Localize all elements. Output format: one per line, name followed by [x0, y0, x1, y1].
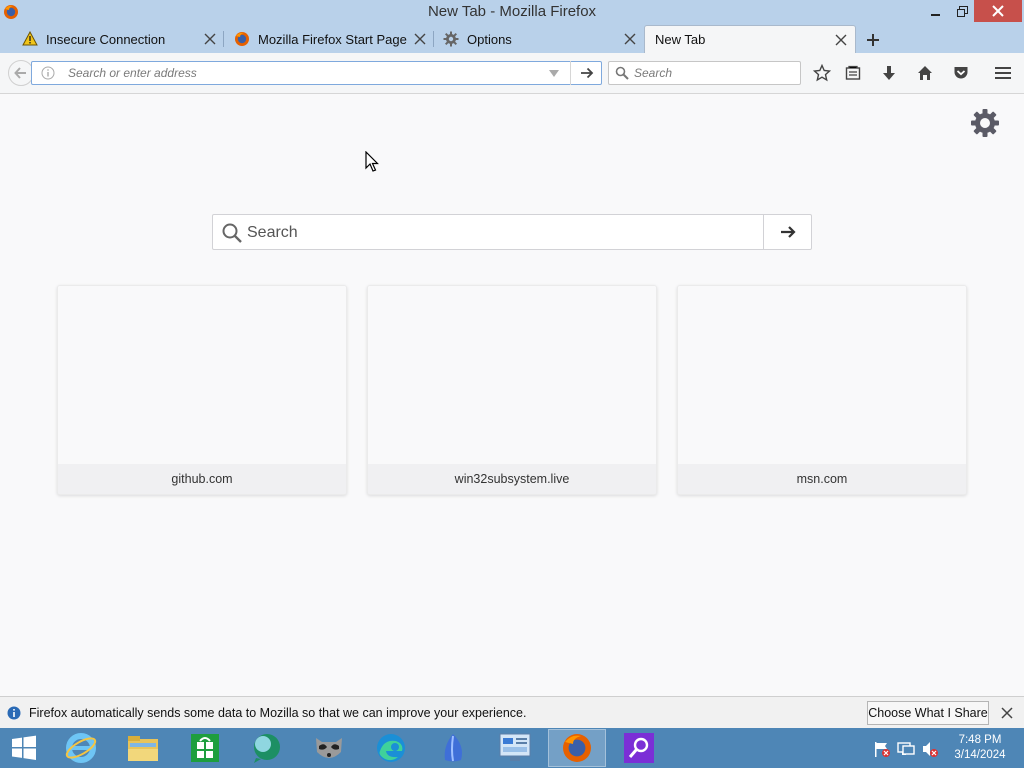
close-tab-icon[interactable] [833, 32, 849, 48]
tab-label: Insecure Connection [46, 31, 166, 47]
raccoon-app-icon [316, 738, 342, 758]
restore-button[interactable] [948, 0, 976, 22]
warning-icon [22, 31, 38, 47]
taskbar-firefox[interactable] [548, 729, 606, 767]
tab-new-tab[interactable]: New Tab [644, 25, 856, 53]
url-input[interactable] [68, 65, 538, 81]
tab-label: New Tab [655, 32, 706, 47]
taskbar-control-panel[interactable] [486, 729, 544, 767]
tab-options[interactable]: Options [434, 25, 644, 53]
internet-explorer-icon [65, 733, 97, 763]
search-app-icon [624, 733, 654, 763]
windows-logo-icon [12, 735, 36, 760]
control-panel-icon [499, 733, 531, 761]
taskbar-file-explorer[interactable] [114, 729, 172, 767]
minimize-icon [931, 14, 940, 16]
open-menu-button[interactable] [991, 62, 1015, 84]
download-arrow-icon [883, 66, 895, 80]
close-tab-icon[interactable] [202, 31, 218, 47]
content-search-input[interactable] [247, 223, 757, 243]
search-icon [222, 223, 242, 243]
content-search-go-button[interactable] [763, 214, 812, 250]
home-button[interactable] [913, 62, 937, 84]
pocket-button[interactable] [949, 62, 973, 84]
taskbar-search-app[interactable] [610, 729, 668, 767]
firefox-icon [563, 734, 591, 762]
close-icon [992, 5, 1004, 17]
close-tab-icon[interactable] [622, 31, 638, 47]
settings-gear-icon[interactable] [969, 107, 1001, 139]
tile-label: github.com [58, 464, 346, 494]
taskbar-app-leaf[interactable] [424, 729, 482, 767]
store-icon [191, 734, 219, 762]
top-site-tile[interactable]: win32subsystem.live [367, 285, 657, 495]
close-icon[interactable] [999, 705, 1015, 721]
url-bar[interactable] [31, 61, 602, 85]
new-tab-button[interactable] [862, 31, 884, 49]
app-leaf-icon [444, 734, 462, 762]
toolbar-search-bar[interactable] [608, 61, 801, 85]
taskbar-raccoon-app[interactable] [300, 729, 358, 767]
tile-label: msn.com [678, 464, 966, 494]
back-arrow-icon [14, 67, 26, 79]
data-notification-bar: Firefox automatically sends some data to… [0, 696, 1024, 728]
network-icon[interactable] [897, 740, 915, 758]
title-bar: New Tab - Mozilla Firefox [0, 0, 1024, 25]
clock-time: 7:48 PM [958, 734, 1002, 746]
file-explorer-icon [128, 736, 158, 761]
tab-label: Options [467, 31, 512, 47]
taskbar-app-bubble[interactable] [238, 729, 296, 767]
taskbar-store[interactable] [176, 729, 234, 767]
bookmarks-library-icon [845, 65, 861, 80]
pocket-icon [954, 67, 968, 79]
bookmarks-menu-button[interactable] [841, 62, 865, 84]
app-bubble-icon [254, 734, 280, 763]
taskbar-internet-explorer[interactable] [52, 729, 110, 767]
bookmark-star-button[interactable] [810, 62, 834, 84]
tile-thumbnail [678, 286, 966, 466]
search-icon [615, 66, 629, 80]
toolbar-search-input[interactable] [634, 65, 794, 81]
home-icon [918, 66, 932, 80]
tile-label: win32subsystem.live [368, 464, 656, 494]
choose-what-i-share-button[interactable]: Choose What I Share [867, 701, 989, 725]
edge-icon [377, 734, 405, 762]
arrow-right-icon [580, 67, 593, 79]
gear-icon [443, 31, 459, 47]
tab-label: Mozilla Firefox Start Page [258, 31, 407, 47]
windows-taskbar [0, 728, 1024, 768]
system-clock[interactable]: 7:48 PM 3/14/2024 [950, 733, 1010, 763]
start-button[interactable] [0, 729, 48, 767]
window-title: New Tab - Mozilla Firefox [427, 3, 597, 20]
info-icon [7, 706, 21, 720]
mouse-cursor-icon [365, 151, 379, 172]
top-site-tile[interactable]: github.com [57, 285, 347, 495]
top-sites-grid: github.com win32subsystem.live msn.com [57, 285, 969, 495]
notification-message: Firefox automatically sends some data to… [29, 706, 527, 720]
tile-thumbnail [368, 286, 656, 466]
info-icon[interactable] [41, 66, 55, 80]
volume-muted-icon[interactable] [921, 740, 939, 758]
clock-date: 3/14/2024 [954, 749, 1006, 761]
arrow-right-icon [781, 226, 796, 238]
hamburger-menu-icon [995, 67, 1011, 79]
minimize-button[interactable] [922, 0, 950, 22]
tab-firefox-start-page[interactable]: Mozilla Firefox Start Page [224, 25, 434, 53]
top-site-tile[interactable]: msn.com [677, 285, 967, 495]
downloads-button[interactable] [877, 62, 901, 84]
content-search-box[interactable] [212, 214, 812, 250]
restore-icon [956, 5, 968, 17]
go-button[interactable] [570, 61, 602, 85]
close-window-button[interactable] [974, 0, 1022, 22]
star-icon [813, 64, 831, 82]
tile-thumbnail [58, 286, 346, 466]
close-tab-icon[interactable] [412, 31, 428, 47]
action-center-flag-icon[interactable] [873, 740, 891, 758]
taskbar-edge[interactable] [362, 729, 420, 767]
history-dropdown-icon[interactable] [549, 70, 559, 78]
tab-insecure-connection[interactable]: Insecure Connection [0, 25, 224, 53]
firefox-icon [234, 31, 250, 47]
